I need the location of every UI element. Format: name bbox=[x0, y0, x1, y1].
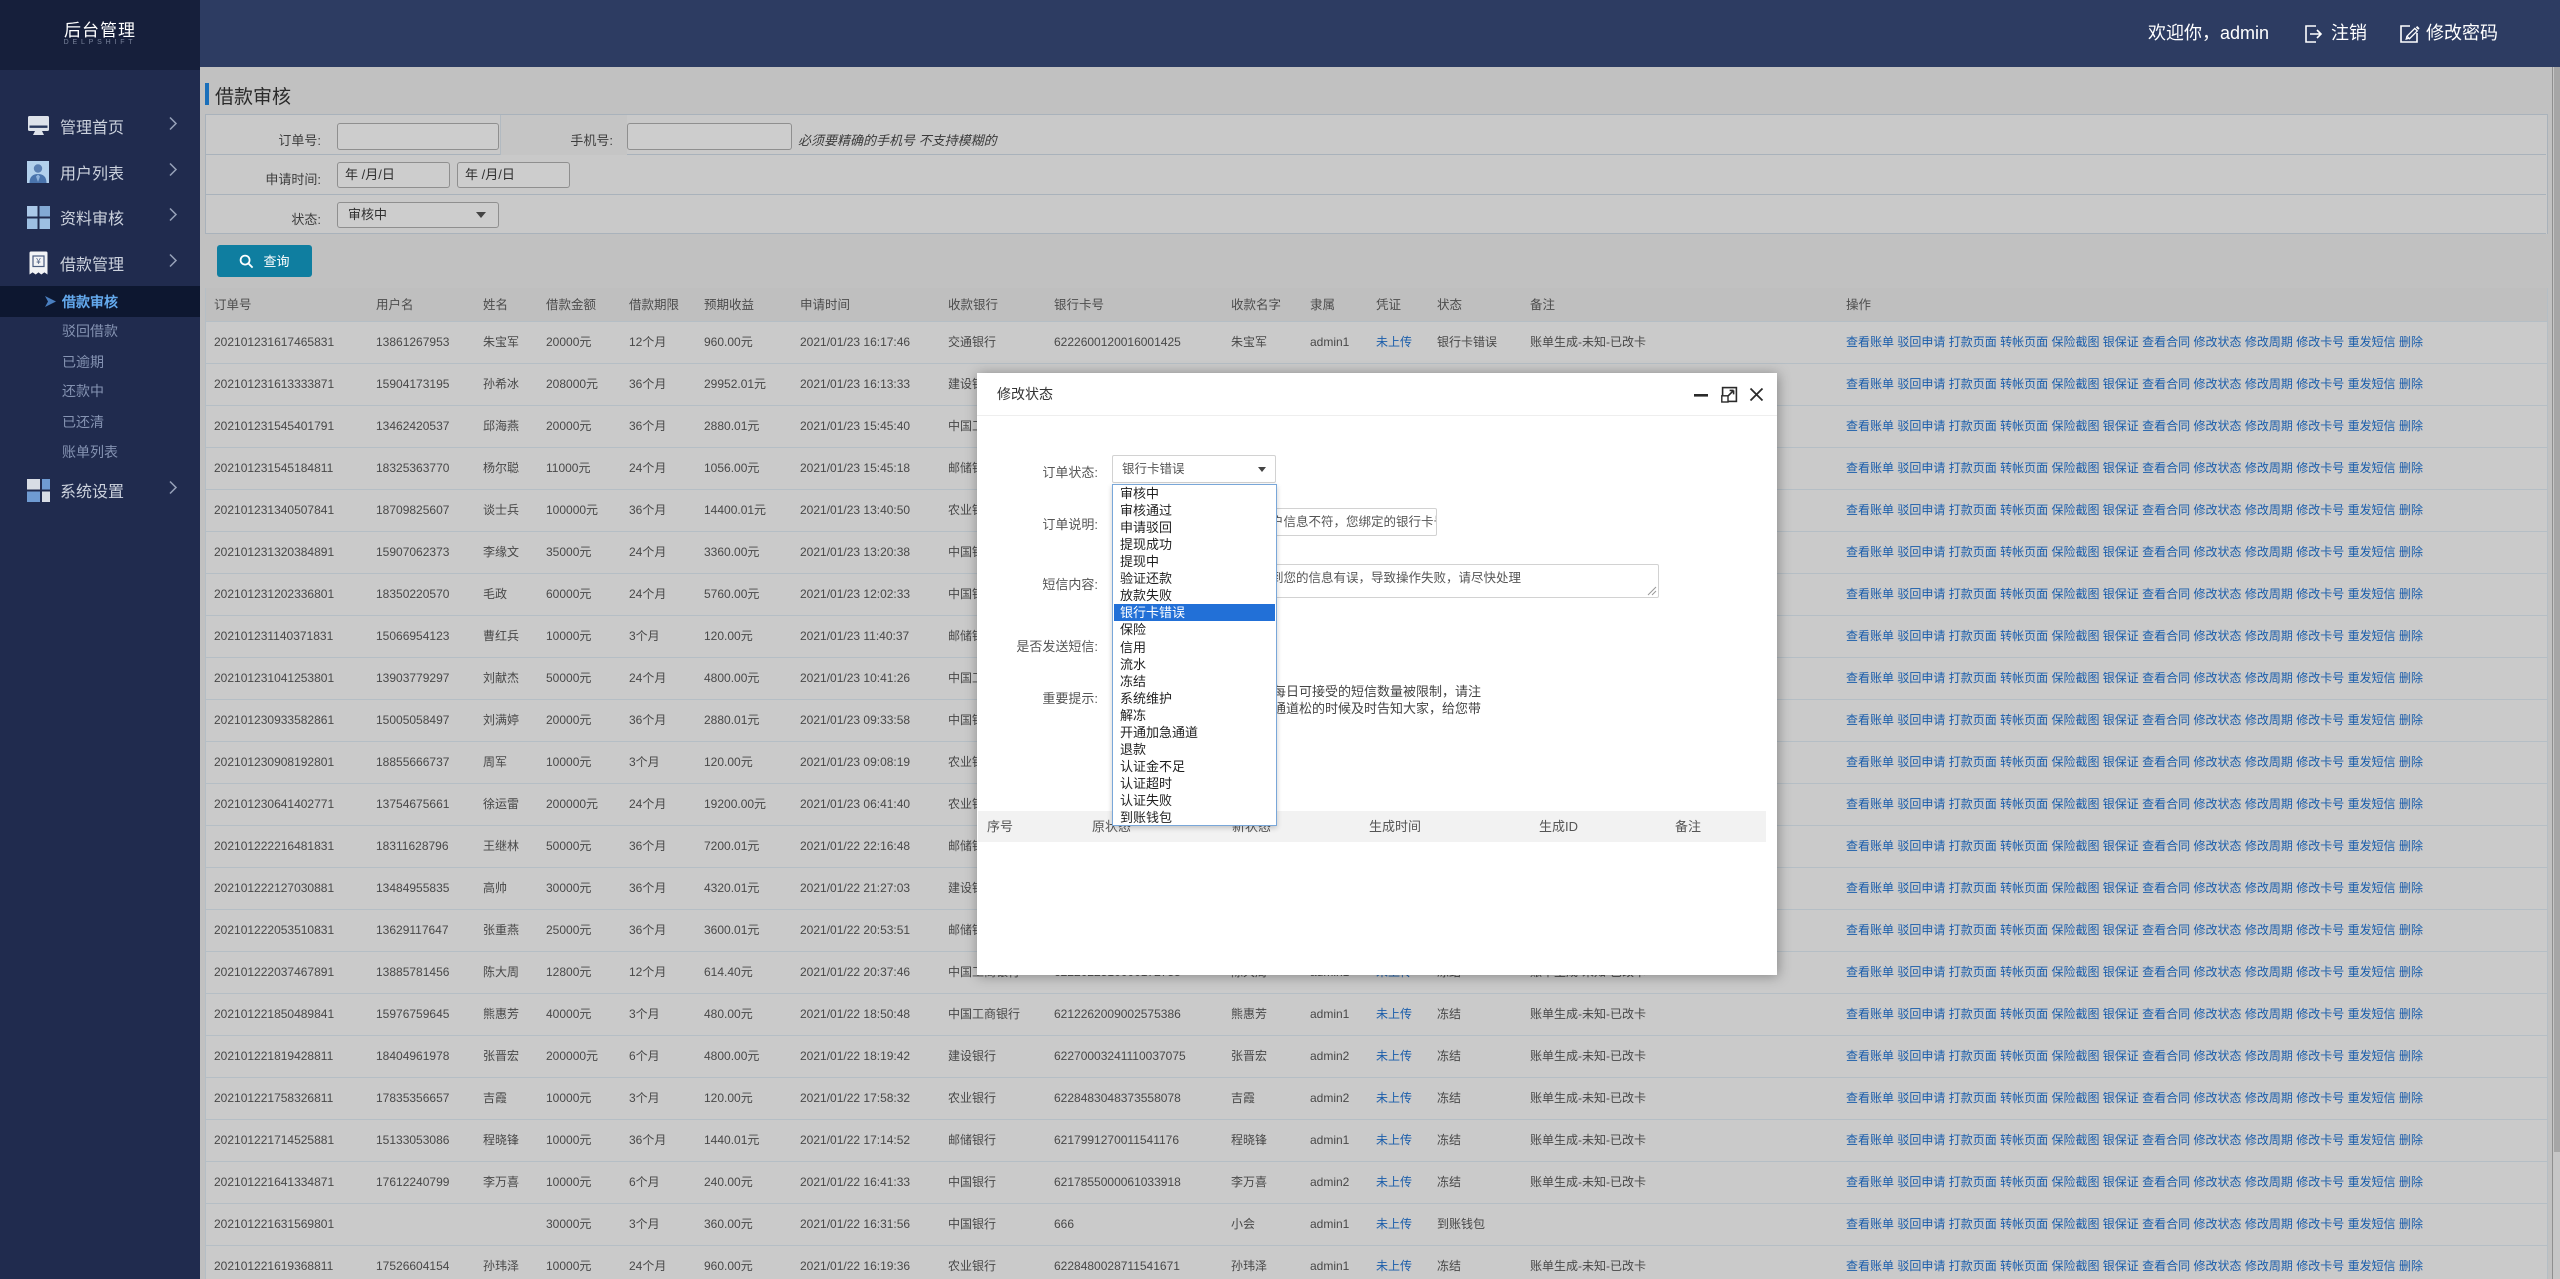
svg-text:¥: ¥ bbox=[35, 257, 41, 266]
